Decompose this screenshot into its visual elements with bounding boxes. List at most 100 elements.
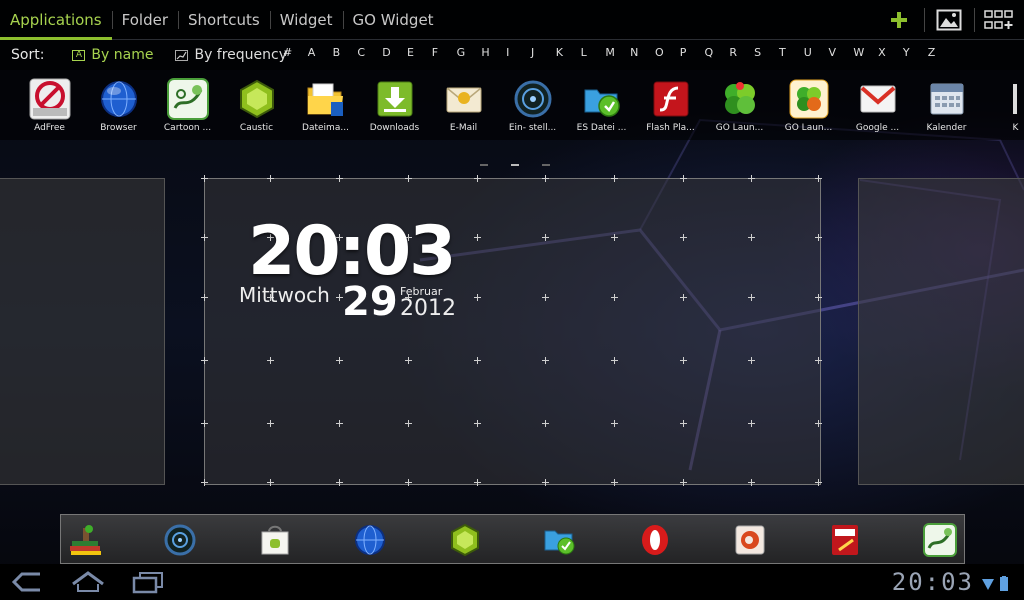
cartoon-icon[interactable]: [922, 522, 958, 558]
pdf-icon[interactable]: [827, 522, 863, 558]
alphabet-letter[interactable]: I: [506, 46, 531, 59]
alphabet-letter[interactable]: E: [407, 46, 432, 59]
alphabet-letter[interactable]: N: [630, 46, 655, 59]
page-indicator: [480, 164, 573, 166]
grid-plus-mark: [680, 357, 687, 364]
tab-applications[interactable]: Applications: [0, 0, 112, 40]
add-screen-button[interactable]: [974, 0, 1024, 40]
grid-plus-mark: [542, 420, 549, 427]
sort-by-frequency[interactable]: By frequency: [175, 47, 287, 63]
alphabet-letter[interactable]: G: [457, 46, 482, 59]
app-adfree[interactable]: AdFree: [15, 78, 84, 133]
grid-plus-mark: [748, 479, 755, 486]
alphabet-letter[interactable]: O: [655, 46, 680, 59]
home-icon[interactable]: [70, 570, 106, 594]
alphabet-letter[interactable]: R: [729, 46, 754, 59]
tab-go-widget[interactable]: GO Widget: [342, 0, 444, 40]
add-button[interactable]: [874, 0, 924, 40]
alphabet-letter[interactable]: W: [853, 46, 878, 59]
alphabet-letter[interactable]: A: [308, 46, 333, 59]
page-dot-current[interactable]: [511, 164, 519, 166]
opera-icon[interactable]: [637, 522, 673, 558]
books-icon[interactable]: [67, 522, 103, 558]
alphabet-letter[interactable]: P: [680, 46, 705, 59]
app-gmail[interactable]: Google ...: [843, 78, 912, 133]
alphabet-letter[interactable]: Z: [928, 46, 953, 59]
market-icon[interactable]: [257, 522, 293, 558]
grid-plus-mark: [815, 294, 822, 301]
grid-plus-mark: [201, 175, 208, 182]
alphabet-letter[interactable]: J: [531, 46, 556, 59]
app-caustic[interactable]: Caustic: [222, 78, 291, 133]
app-settings[interactable]: Ein- stell...: [498, 78, 567, 133]
app-flash[interactable]: Flash Pla...: [636, 78, 705, 133]
grid-plus-mark: [680, 294, 687, 301]
back-icon[interactable]: [10, 570, 46, 594]
alphabet-letter[interactable]: Y: [903, 46, 928, 59]
app-partial[interactable]: K: [981, 78, 1024, 133]
grid-plus-mark: [815, 357, 822, 364]
alphabet-letter[interactable]: #: [283, 46, 308, 59]
grid-plus-mark: [611, 175, 618, 182]
alphabet-letter[interactable]: Q: [705, 46, 730, 59]
caustic-icon[interactable]: [447, 522, 483, 558]
tab-actions: [874, 0, 1024, 40]
alphabet-letter[interactable]: X: [878, 46, 903, 59]
top-tab-bar: Applications Folder Shortcuts Widget GO …: [0, 0, 1024, 40]
alphabet-letter[interactable]: C: [357, 46, 382, 59]
alphabet-letter[interactable]: V: [829, 46, 854, 59]
alphabet-letter[interactable]: U: [804, 46, 829, 59]
alphabet-letter[interactable]: B: [333, 46, 358, 59]
grid-plus-mark: [748, 357, 755, 364]
signal-battery-icon[interactable]: [980, 576, 1014, 592]
app-go-launcher-theme[interactable]: GO Laun...: [774, 78, 843, 133]
app-label: Caustic: [239, 123, 274, 133]
grid-plus-mark: [201, 357, 208, 364]
alphabet-letter[interactable]: M: [605, 46, 630, 59]
sort-by-name[interactable]: A By name: [72, 47, 153, 63]
grid-plus-mark: [336, 357, 343, 364]
home-screen-right[interactable]: [858, 178, 1024, 485]
es-file-icon[interactable]: [542, 522, 578, 558]
recent-apps-icon[interactable]: [130, 570, 166, 594]
alphabet-letter[interactable]: L: [581, 46, 606, 59]
app-calendar[interactable]: Kalender: [912, 78, 981, 133]
amazon-icon[interactable]: [732, 522, 768, 558]
alphabet-letter[interactable]: H: [481, 46, 506, 59]
tab-shortcuts[interactable]: Shortcuts: [178, 0, 270, 40]
app-cartoon[interactable]: Cartoon ...: [153, 78, 222, 133]
app-file-manager[interactable]: Dateima...: [291, 78, 360, 133]
orb-icon[interactable]: [162, 522, 198, 558]
tab-widget[interactable]: Widget: [269, 0, 343, 40]
app-go-launcher[interactable]: GO Laun...: [705, 78, 774, 133]
wallpaper-button[interactable]: [924, 0, 974, 40]
grid-plus-mark: [680, 420, 687, 427]
cartoon-icon: [166, 78, 209, 120]
alphabet-letter[interactable]: F: [432, 46, 457, 59]
app-browser[interactable]: Browser: [84, 78, 153, 133]
sort-bar: Sort: A By name By frequency # A B C D E F G H I J…: [0, 40, 1024, 70]
file-manager-icon: [307, 83, 343, 116]
app-email[interactable]: E-Mail: [429, 78, 498, 133]
page-dot[interactable]: [542, 164, 550, 166]
app-label: Kalender: [926, 123, 967, 133]
alphabet-letter[interactable]: D: [382, 46, 407, 59]
grid-plus-mark: [336, 479, 343, 486]
grid-plus-mark: [542, 234, 549, 241]
page-dot[interactable]: [480, 164, 488, 166]
grid-plus-mark: [611, 357, 618, 364]
home-screen-left[interactable]: [0, 178, 165, 485]
app-es-file[interactable]: ES Datei ...: [567, 78, 636, 133]
alphabet-letter[interactable]: S: [754, 46, 779, 59]
grid-plus-mark: [680, 234, 687, 241]
system-clock[interactable]: 20:03: [892, 568, 974, 596]
tab-folder[interactable]: Folder: [111, 0, 178, 40]
browser-icon[interactable]: [352, 522, 388, 558]
sort-by-frequency-label: By frequency: [194, 47, 288, 63]
partial-app-icon: [1012, 84, 1017, 114]
app-label: GO Laun...: [715, 123, 764, 133]
app-downloads[interactable]: Downloads: [360, 78, 429, 133]
alphabet-letter[interactable]: K: [556, 46, 581, 59]
sort-by-name-label: By name: [91, 47, 154, 63]
alphabet-letter[interactable]: T: [779, 46, 804, 59]
